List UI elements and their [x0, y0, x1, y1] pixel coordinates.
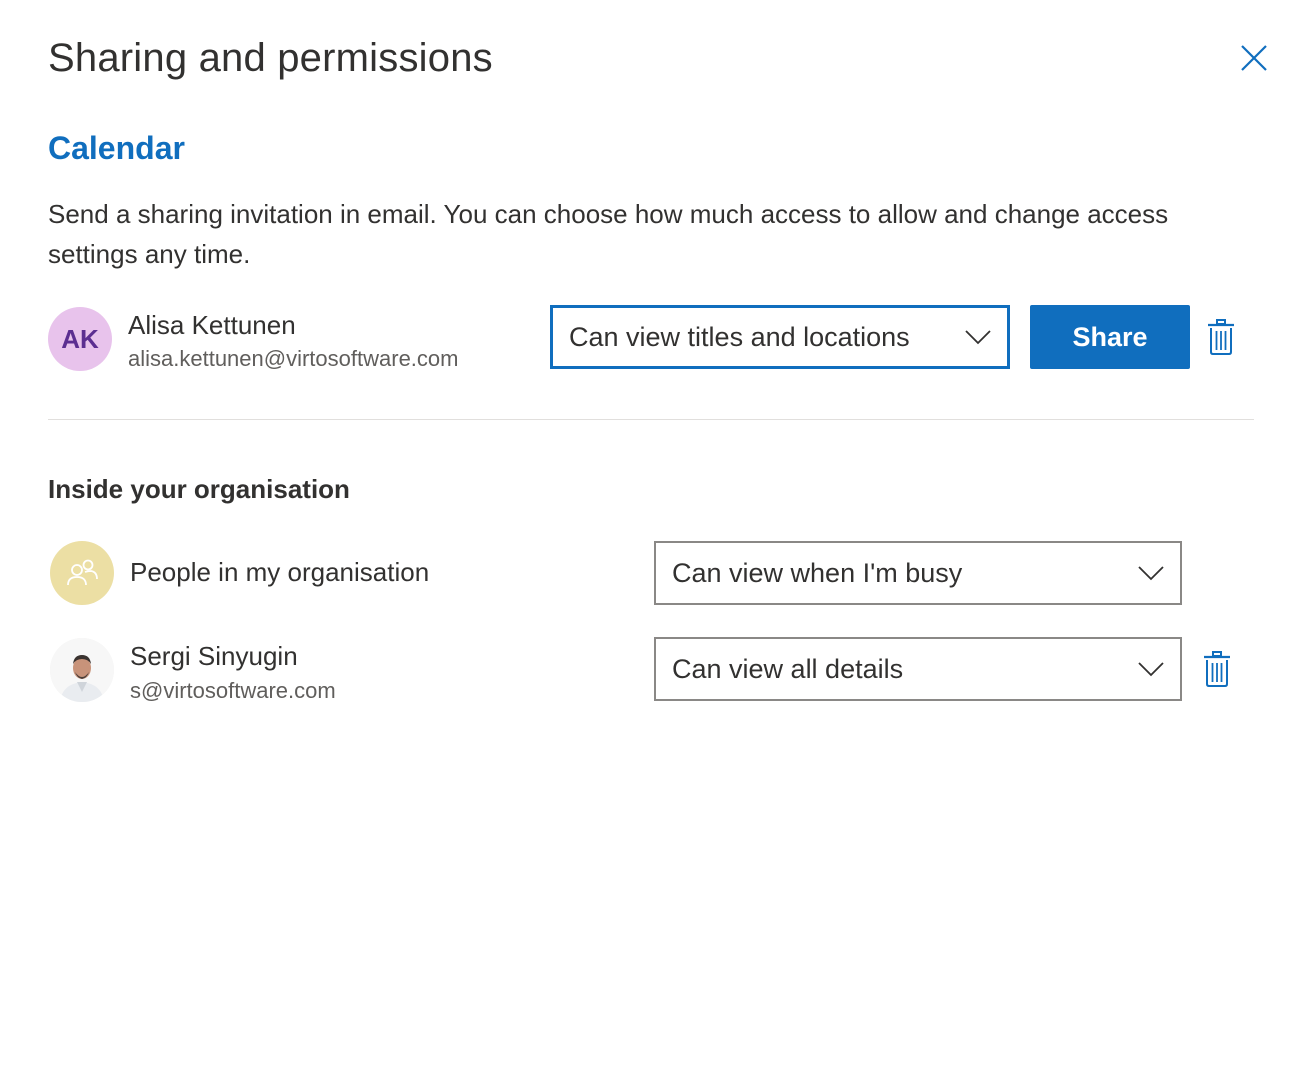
close-icon	[1241, 45, 1267, 71]
chevron-down-icon	[965, 330, 991, 345]
trash-icon	[1208, 319, 1234, 355]
member-name: Sergi Sinyugin	[130, 641, 298, 671]
member-permission-value: Can view all details	[672, 653, 904, 684]
organisation-heading: Inside your organisation	[48, 474, 350, 504]
invite-permission-dropdown[interactable]: Can view titles and locations	[550, 305, 1010, 369]
remove-member-button[interactable]	[1201, 649, 1233, 689]
member-email: s@virtosoftware.com	[130, 678, 336, 703]
invitee-name: Alisa Kettunen	[128, 310, 296, 340]
member-permission-dropdown[interactable]: Can view all details	[654, 637, 1182, 701]
avatar: AK	[48, 307, 112, 371]
invite-permission-value: Can view titles and locations	[569, 321, 910, 352]
chevron-down-icon	[1138, 662, 1164, 677]
dialog-title: Sharing and permissions	[48, 36, 493, 80]
close-button[interactable]	[1236, 40, 1272, 76]
organisation-permission-value: Can view when I'm busy	[672, 557, 963, 588]
section-divider	[48, 419, 1254, 420]
avatar-initials: AK	[61, 323, 99, 354]
sharing-dialog: Sharing and permissions Calendar Send a …	[0, 0, 1306, 1074]
sharing-description: Send a sharing invitation in email. You …	[48, 199, 1169, 269]
avatar	[50, 638, 114, 702]
calendar-heading: Calendar	[48, 130, 185, 166]
user-photo	[50, 638, 114, 702]
share-button[interactable]: Share	[1030, 305, 1190, 369]
chevron-down-icon	[1138, 566, 1164, 581]
member-name: People in my organisation	[130, 557, 430, 587]
invitee-email: alisa.kettunen@virtosoftware.com	[128, 346, 459, 371]
remove-invitee-button[interactable]	[1205, 317, 1237, 357]
trash-icon	[1204, 651, 1230, 687]
organisation-permission-dropdown[interactable]: Can view when I'm busy	[654, 541, 1182, 605]
avatar	[50, 541, 114, 605]
people-group-icon	[67, 559, 98, 586]
